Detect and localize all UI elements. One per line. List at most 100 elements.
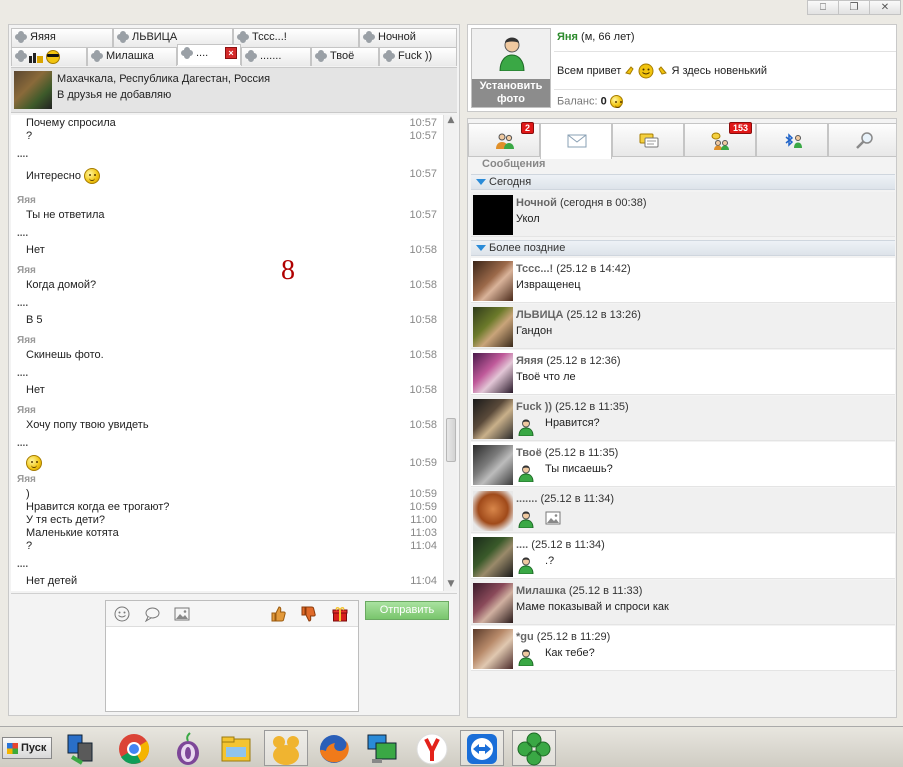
conversation-name: .... bbox=[516, 539, 529, 551]
chat-tab[interactable]: Fuck )) bbox=[379, 47, 457, 66]
close-tab-icon[interactable]: × bbox=[225, 47, 237, 59]
reply-avatar-icon bbox=[518, 511, 534, 528]
conversation-avatar[interactable] bbox=[473, 195, 513, 235]
balance-line[interactable]: Баланс: 0 bbox=[557, 95, 623, 108]
tab-search[interactable] bbox=[828, 123, 896, 157]
conversation-avatar[interactable] bbox=[473, 537, 513, 577]
message-item: Ты не ответила 10:57 bbox=[11, 209, 443, 222]
scrollbar-thumb[interactable] bbox=[446, 418, 456, 462]
conversation-item[interactable]: Fuck )) (25.12 в 11:35) Нравится? bbox=[471, 396, 895, 441]
message-item: Маленькие котята 11:03 bbox=[11, 527, 443, 540]
thumbs-up-icon[interactable] bbox=[270, 606, 286, 622]
chat-tab[interactable] bbox=[11, 47, 87, 66]
chat-tab[interactable]: Милашка bbox=[87, 47, 177, 66]
conversation-avatar[interactable] bbox=[473, 491, 513, 531]
chat-tab-active[interactable]: .... × bbox=[177, 44, 241, 65]
message-text: ? bbox=[26, 130, 32, 142]
message-item: Скинешь фото. 10:58 bbox=[11, 349, 443, 362]
conversation-title: ....... (25.12 в 11:34) bbox=[516, 493, 614, 505]
taskbar-app-button[interactable] bbox=[214, 730, 258, 766]
conversation-item[interactable]: Твоё (25.12 в 11:35) Ты писаешь? bbox=[471, 442, 895, 487]
speech-bubble-icon[interactable] bbox=[144, 606, 160, 622]
minimize-button[interactable]: ⎕ bbox=[807, 0, 839, 15]
chat-tab[interactable]: Яяяя bbox=[11, 28, 113, 47]
chat-tab[interactable]: ....... bbox=[241, 47, 311, 66]
image-icon[interactable] bbox=[174, 606, 190, 622]
scroll-up-icon[interactable]: ▲ bbox=[445, 115, 457, 127]
conversation-avatar[interactable] bbox=[473, 307, 513, 347]
conversation-item[interactable]: Ночной (сегодня в 00:38) Укол bbox=[471, 192, 895, 237]
tab-label: Ночной bbox=[378, 31, 416, 43]
maximize-button[interactable]: ❐ bbox=[838, 0, 870, 15]
conversation-avatar[interactable] bbox=[473, 261, 513, 301]
message-text: Нравится когда ее трогают? bbox=[26, 501, 169, 513]
set-photo-button[interactable]: Установить фото bbox=[471, 28, 551, 108]
message-composer[interactable] bbox=[105, 600, 359, 712]
taskbar-app-button[interactable] bbox=[360, 730, 404, 766]
message-text: Ты не ответила bbox=[26, 209, 105, 221]
tab-friends[interactable]: 2 bbox=[468, 122, 540, 157]
conversation-avatar[interactable] bbox=[473, 399, 513, 439]
conversation-avatar[interactable] bbox=[473, 445, 513, 485]
conversation-item[interactable]: *gu (25.12 в 11:29) Как тебе? bbox=[471, 626, 895, 671]
message-sender: Яяя bbox=[11, 265, 443, 279]
conversation-time: (сегодня в 00:38) bbox=[559, 197, 647, 209]
default-avatar-icon bbox=[499, 37, 525, 71]
conversation-item[interactable]: ЛЬВИЦА (25.12 в 13:26) Гандон bbox=[471, 304, 895, 349]
message-time: 10:59 bbox=[409, 501, 437, 513]
conversation-item[interactable]: Яяяя (25.12 в 12:36) Твоё что ле bbox=[471, 350, 895, 395]
conversation-time: (25.12 в 11:34) bbox=[540, 493, 614, 505]
tab-label: Тссс...! bbox=[252, 31, 287, 43]
group-header[interactable]: Более поздние bbox=[471, 240, 895, 256]
tab-chat[interactable] bbox=[612, 123, 684, 157]
conversation-item[interactable]: ....... (25.12 в 11:34) bbox=[471, 488, 895, 533]
taskbar-app-button[interactable] bbox=[460, 730, 504, 766]
conversation-avatar[interactable] bbox=[473, 353, 513, 393]
taskbar-app-button[interactable] bbox=[112, 730, 156, 766]
tab-people[interactable]: 153 bbox=[684, 122, 756, 157]
chat-tab[interactable]: Тссс...! bbox=[233, 28, 359, 47]
conversation-avatar[interactable] bbox=[473, 629, 513, 669]
conversation-item[interactable]: Милашка (25.12 в 11:33) Маме показывай и … bbox=[471, 580, 895, 625]
clover-icon bbox=[15, 31, 27, 43]
message-sender: .... bbox=[11, 298, 443, 314]
contact-profile-strip[interactable]: Махачкала, Республика Дагестан, Россия В… bbox=[11, 67, 457, 113]
taskbar-app-button[interactable] bbox=[264, 730, 308, 766]
taskbar-app-button[interactable] bbox=[166, 730, 210, 766]
message-scrollbar[interactable]: ▲ ▼ bbox=[443, 115, 457, 591]
smiley-icon[interactable] bbox=[114, 606, 130, 622]
message-item: ) 10:59 bbox=[11, 488, 443, 501]
send-button[interactable]: Отправить bbox=[365, 601, 449, 620]
tab-nearby[interactable] bbox=[756, 123, 828, 157]
clover-icon bbox=[237, 31, 249, 43]
conversation-item[interactable]: .... (25.12 в 11:34).? bbox=[471, 534, 895, 579]
tab-messages[interactable] bbox=[540, 123, 612, 159]
start-button[interactable]: Пуск bbox=[2, 737, 52, 759]
thumbs-down-icon[interactable] bbox=[300, 606, 316, 622]
message-history[interactable]: Почему спросила 10:57? 10:57.... Интересно … bbox=[11, 115, 443, 591]
sender-name: .... bbox=[17, 368, 29, 379]
contact-avatar[interactable] bbox=[14, 71, 52, 109]
tab-label: ....... bbox=[260, 50, 282, 62]
taskbar-app-button[interactable] bbox=[312, 730, 356, 766]
scroll-down-icon[interactable]: ▼ bbox=[445, 579, 457, 591]
remote-icon bbox=[367, 734, 397, 763]
set-photo-label: Установить фото bbox=[472, 79, 550, 107]
message-item: Интересно 10:57 bbox=[11, 165, 443, 185]
message-time: 10:58 bbox=[409, 279, 437, 291]
close-button[interactable]: ✕ bbox=[869, 0, 901, 15]
conversation-item[interactable]: Тссс...! (25.12 в 14:42) Извращенец bbox=[471, 258, 895, 303]
taskbar-app-button[interactable] bbox=[410, 730, 454, 766]
taskbar-app-button[interactable] bbox=[512, 730, 556, 766]
gift-icon[interactable] bbox=[332, 606, 348, 622]
my-status[interactable]: Всем привет Я здесь новенький bbox=[557, 63, 767, 79]
message-time: 10:58 bbox=[409, 244, 437, 256]
message-time: 11:03 bbox=[410, 527, 437, 539]
chat-tab[interactable]: Ночной bbox=[359, 28, 457, 47]
group-header[interactable]: Сегодня bbox=[471, 174, 895, 190]
taskbar-app-button[interactable] bbox=[58, 730, 102, 766]
sender-name: .... bbox=[17, 228, 29, 239]
conversation-avatar[interactable] bbox=[473, 583, 513, 623]
status-text-pre: Всем привет bbox=[557, 64, 622, 77]
chat-tab[interactable]: Твоё bbox=[311, 47, 379, 66]
